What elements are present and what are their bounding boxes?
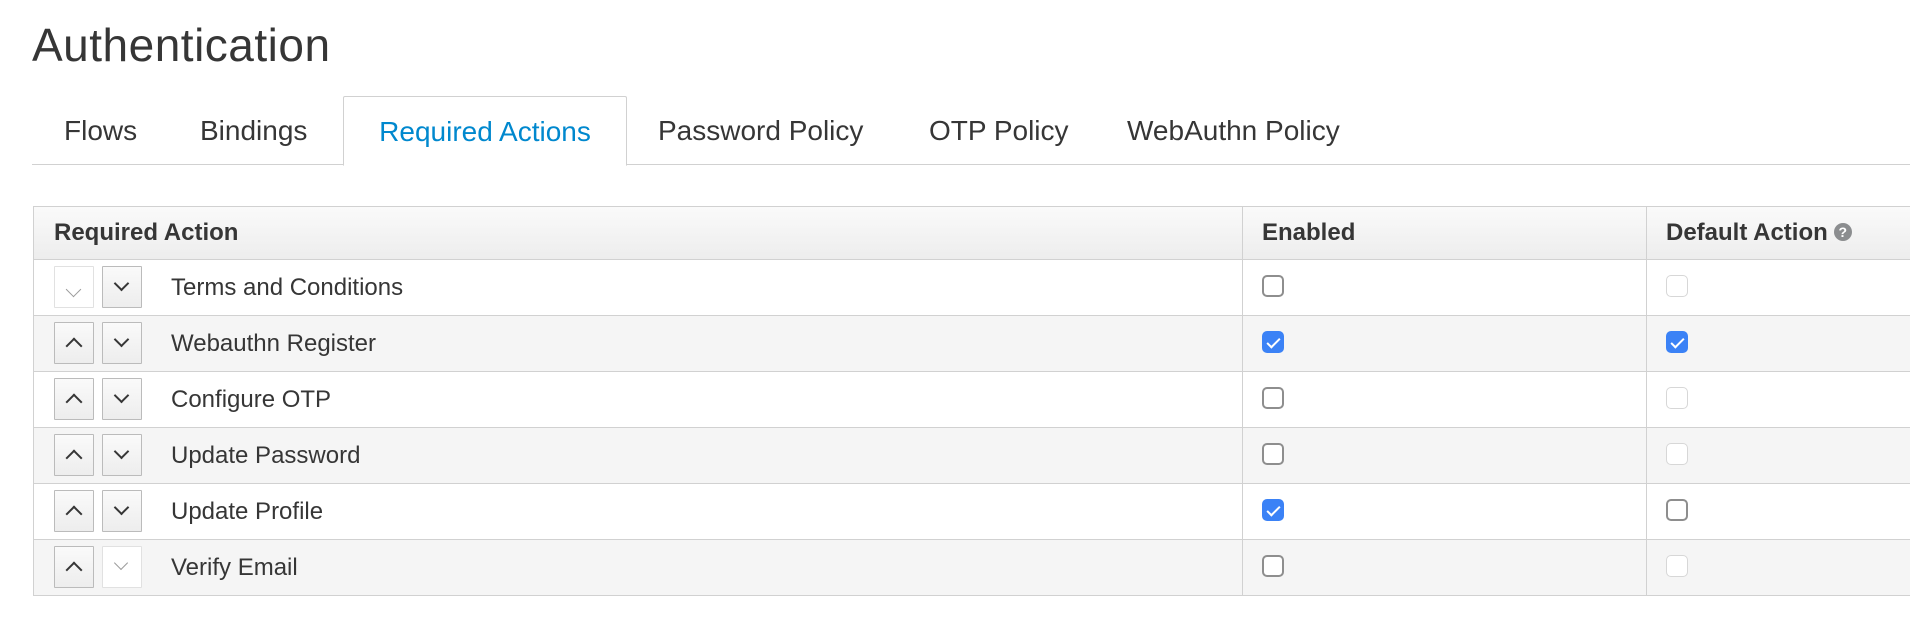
enabled-checkbox[interactable] xyxy=(1262,387,1284,409)
move-down-button[interactable] xyxy=(102,322,142,364)
enabled-checkbox[interactable] xyxy=(1262,499,1284,521)
required-action-name: Configure OTP xyxy=(171,386,332,413)
move-up-button[interactable] xyxy=(54,266,94,308)
chevron-down-icon xyxy=(113,443,130,460)
move-down-button[interactable] xyxy=(102,434,142,476)
header-default-action-label: Default Action xyxy=(1666,219,1828,246)
move-up-button[interactable] xyxy=(54,322,94,364)
header-required-action: Required Action xyxy=(54,219,239,246)
table-body: Terms and Conditions Webauthn Register Con… xyxy=(34,260,1910,595)
move-up-button[interactable] xyxy=(54,546,94,588)
page-title: Authentication xyxy=(32,19,331,71)
chevron-down-icon xyxy=(113,387,130,404)
move-down-button[interactable] xyxy=(102,378,142,420)
tab-flows[interactable]: Flows xyxy=(64,96,137,164)
chevron-up-icon xyxy=(65,449,83,467)
required-actions-table: Required Action Enabled Default Action? … xyxy=(33,206,1910,596)
column-divider xyxy=(1646,207,1647,595)
required-action-name: Verify Email xyxy=(171,554,298,581)
tab-password-policy[interactable]: Password Policy xyxy=(658,96,863,164)
move-up-button[interactable] xyxy=(54,378,94,420)
chevron-up-icon xyxy=(65,505,83,523)
chevron-down-icon xyxy=(113,499,130,516)
default-action-checkbox xyxy=(1666,555,1688,577)
move-up-button[interactable] xyxy=(54,490,94,532)
move-up-button[interactable] xyxy=(54,434,94,476)
table-row: Configure OTP xyxy=(34,372,1910,428)
default-action-checkbox xyxy=(1666,275,1688,297)
default-action-checkbox xyxy=(1666,387,1688,409)
required-action-name: Webauthn Register xyxy=(171,330,377,357)
chevron-down-icon xyxy=(113,275,130,292)
required-action-name: Update Profile xyxy=(171,498,324,525)
table-header: Required Action Enabled Default Action? xyxy=(34,207,1910,260)
tab-bar: Flows Bindings Required Actions Password… xyxy=(32,96,1910,166)
chevron-up-icon xyxy=(65,393,83,411)
default-action-checkbox[interactable] xyxy=(1666,331,1688,353)
chevron-up-icon xyxy=(65,561,83,579)
tab-required-actions[interactable]: Required Actions xyxy=(343,96,627,166)
header-default-action: Default Action? xyxy=(1666,207,1852,259)
chevron-down-icon xyxy=(113,555,129,571)
tab-bindings[interactable]: Bindings xyxy=(200,96,307,164)
move-down-button[interactable] xyxy=(102,546,142,588)
table-row: Update Password xyxy=(34,428,1910,484)
enabled-checkbox[interactable] xyxy=(1262,275,1284,297)
help-icon[interactable]: ? xyxy=(1833,222,1852,241)
table-row: Webauthn Register xyxy=(34,316,1910,372)
default-action-checkbox xyxy=(1666,443,1688,465)
enabled-checkbox[interactable] xyxy=(1262,331,1284,353)
tab-webauthn-policy[interactable]: WebAuthn Policy xyxy=(1127,96,1340,164)
column-divider xyxy=(1242,207,1243,595)
chevron-up-icon xyxy=(65,337,83,355)
table-row: Verify Email xyxy=(34,540,1910,595)
enabled-checkbox[interactable] xyxy=(1262,555,1284,577)
move-down-button[interactable] xyxy=(102,266,142,308)
chevron-up-icon xyxy=(65,281,82,298)
required-action-name: Update Password xyxy=(171,442,361,469)
table-row: Terms and Conditions xyxy=(34,260,1910,316)
enabled-checkbox[interactable] xyxy=(1262,443,1284,465)
table-row: Update Profile xyxy=(34,484,1910,540)
tab-otp-policy[interactable]: OTP Policy xyxy=(929,96,1069,164)
header-enabled: Enabled xyxy=(1262,219,1356,246)
move-down-button[interactable] xyxy=(102,490,142,532)
chevron-down-icon xyxy=(113,331,130,348)
required-action-name: Terms and Conditions xyxy=(171,274,404,301)
default-action-checkbox[interactable] xyxy=(1666,499,1688,521)
